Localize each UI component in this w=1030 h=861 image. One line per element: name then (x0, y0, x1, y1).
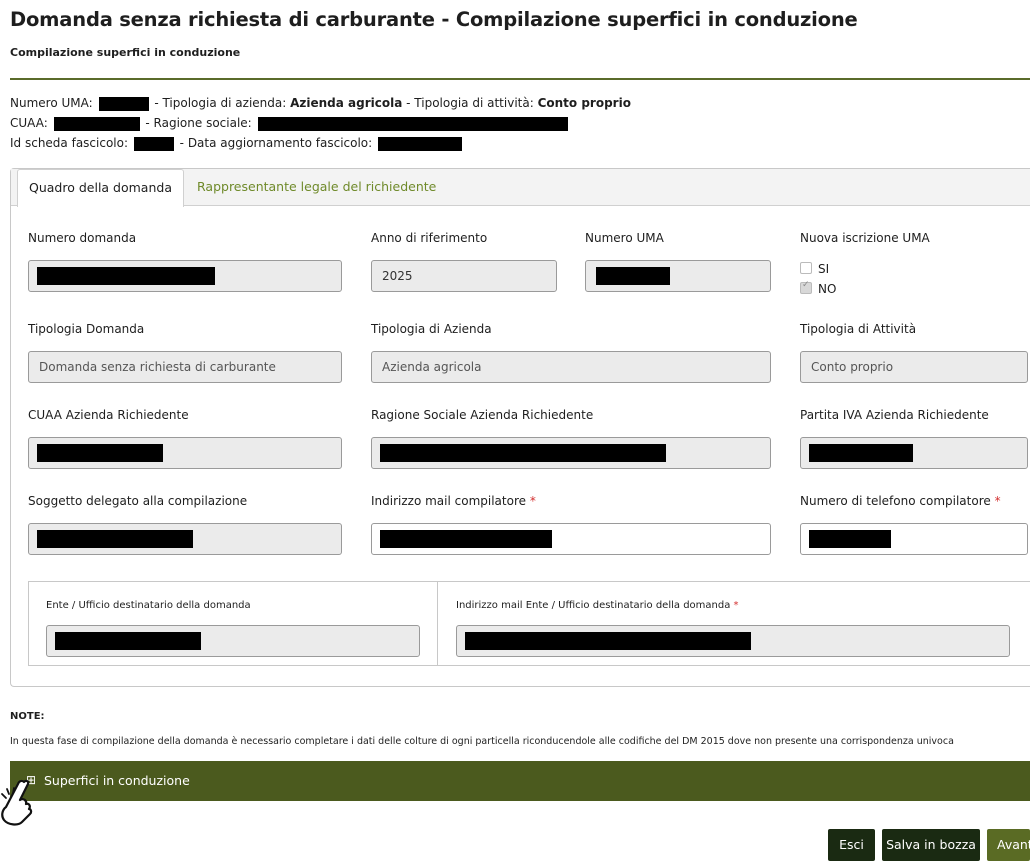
redacted-data-aggiornamento (378, 136, 463, 151)
redacted-cuaa-field (37, 444, 163, 462)
cuaa-label: CUAA Azienda Richiedente (28, 408, 189, 422)
note-title: NOTE: (10, 711, 45, 722)
info-tipologia-azienda-label: - Tipologia di azienda: (154, 96, 287, 110)
esci-button[interactable]: Esci (828, 829, 875, 861)
checkbox-no-label: NO (818, 282, 837, 296)
checkbox-si-box[interactable] (800, 262, 812, 274)
note-text: In questa fase di compilazione della dom… (10, 736, 954, 747)
mail-compilatore-label: Indirizzo mail compilatore * (371, 494, 536, 508)
soggetto-delegato-field[interactable] (28, 523, 342, 555)
numero-uma-field[interactable] (585, 260, 771, 292)
mail-compilatore-label-text: Indirizzo mail compilatore (371, 494, 527, 508)
redacted-numero-uma-field (596, 267, 670, 285)
tipologia-domanda-label: Tipologia Domanda (28, 322, 145, 336)
mail-ente-label-text: Indirizzo mail Ente / Ufficio destinatar… (456, 600, 731, 611)
info-ragione-sociale-label: - Ragione sociale: (145, 116, 252, 130)
redacted-numero-uma (98, 96, 149, 111)
telefono-input[interactable] (800, 523, 1028, 555)
checkbox-si[interactable]: SI (800, 262, 829, 276)
numero-uma-label: Numero UMA (585, 231, 664, 245)
tipologia-attivita-label: Tipologia di Attività (800, 322, 917, 336)
mail-ente-field[interactable] (456, 625, 1010, 657)
accordion-label: Superfici in conduzione (44, 773, 190, 788)
page-subtitle: Compilazione superfici in conduzione (10, 46, 241, 59)
soggetto-delegato-label: Soggetto delegato alla compilazione (28, 494, 248, 508)
mail-ente-label: Indirizzo mail Ente / Ufficio destinatar… (456, 600, 739, 611)
anno-label: Anno di riferimento (371, 231, 488, 245)
partita-iva-label: Partita IVA Azienda Richiedente (800, 408, 989, 422)
tipologia-attivita-field[interactable]: Conto proprio (800, 351, 1028, 383)
info-tipologia-attivita-label: - Tipologia di attività: (406, 96, 534, 110)
header-divider (10, 78, 1030, 80)
tab-rappresentante-legale[interactable]: Rappresentante legale del richiedente (197, 169, 436, 205)
redacted-soggetto-delegato (37, 530, 193, 548)
anno-field[interactable]: 2025 (371, 260, 557, 292)
telefono-label-text: Numero di telefono compilatore (800, 494, 991, 508)
redacted-ente (55, 632, 201, 650)
info-tipologia-azienda-value: Azienda agricola (290, 96, 403, 110)
required-mark: * (529, 494, 536, 508)
redacted-numero-domanda (37, 267, 215, 285)
info-cuaa-label: CUAA: (10, 116, 48, 130)
tipologia-azienda-label: Tipologia di Azienda (371, 322, 492, 336)
cuaa-field[interactable] (28, 437, 342, 469)
redacted-cuaa (53, 116, 140, 131)
numero-domanda-field[interactable] (28, 260, 342, 292)
telefono-label: Numero di telefono compilatore * (800, 494, 1001, 508)
hand-pointer-icon (1, 779, 33, 826)
tab-quadro-domanda[interactable]: Quadro della domanda (17, 169, 184, 207)
info-tipologia-attivita-value: Conto proprio (537, 96, 631, 110)
mail-compilatore-input[interactable] (371, 523, 771, 555)
info-data-aggiornamento-label: - Data aggiornamento fascicolo: (179, 136, 373, 150)
redacted-ragione-sociale (257, 116, 568, 131)
checkbox-si-label: SI (818, 262, 830, 276)
info-line-3: Id scheda fascicolo: - Data aggiornament… (10, 135, 464, 151)
checkbox-no[interactable]: NO (800, 280, 837, 296)
ente-field[interactable] (46, 625, 420, 657)
ragione-sociale-label: Ragione Sociale Azienda Richiedente (371, 408, 594, 422)
ragione-sociale-field[interactable] (371, 437, 771, 469)
nuova-iscrizione-label: Nuova iscrizione UMA (800, 231, 930, 245)
redacted-telefono (809, 530, 891, 548)
required-mark: * (733, 600, 739, 611)
avanti-button[interactable]: Avanti (987, 829, 1030, 861)
tipologia-azienda-field[interactable]: Azienda agricola (371, 351, 771, 383)
info-numero-uma-label: Numero UMA: (10, 96, 93, 110)
checkbox-no-box[interactable] (800, 280, 812, 294)
redacted-mail-ente (465, 632, 751, 650)
tipologia-domanda-field[interactable]: Domanda senza richiesta di carburante (28, 351, 342, 383)
redacted-id-scheda (133, 136, 174, 151)
page-title: Domanda senza richiesta di carburante - … (10, 8, 858, 31)
numero-domanda-label: Numero domanda (28, 231, 137, 245)
redacted-mail-compilatore (380, 530, 552, 548)
ente-label: Ente / Ufficio destinatario della domand… (46, 600, 251, 611)
accordion-superfici[interactable]: ⊞ Superfici in conduzione (10, 761, 1030, 801)
required-mark: * (994, 494, 1001, 508)
redacted-ragione-sociale-field (380, 444, 666, 462)
partita-iva-field[interactable] (800, 437, 1028, 469)
redacted-partita-iva (809, 444, 913, 462)
info-line-2: CUAA: - Ragione sociale: (10, 115, 570, 131)
info-id-scheda-label: Id scheda fascicolo: (10, 136, 129, 150)
info-line-1: Numero UMA: - Tipologia di azienda: Azie… (10, 95, 631, 111)
salva-bozza-button[interactable]: Salva in bozza (882, 829, 980, 861)
